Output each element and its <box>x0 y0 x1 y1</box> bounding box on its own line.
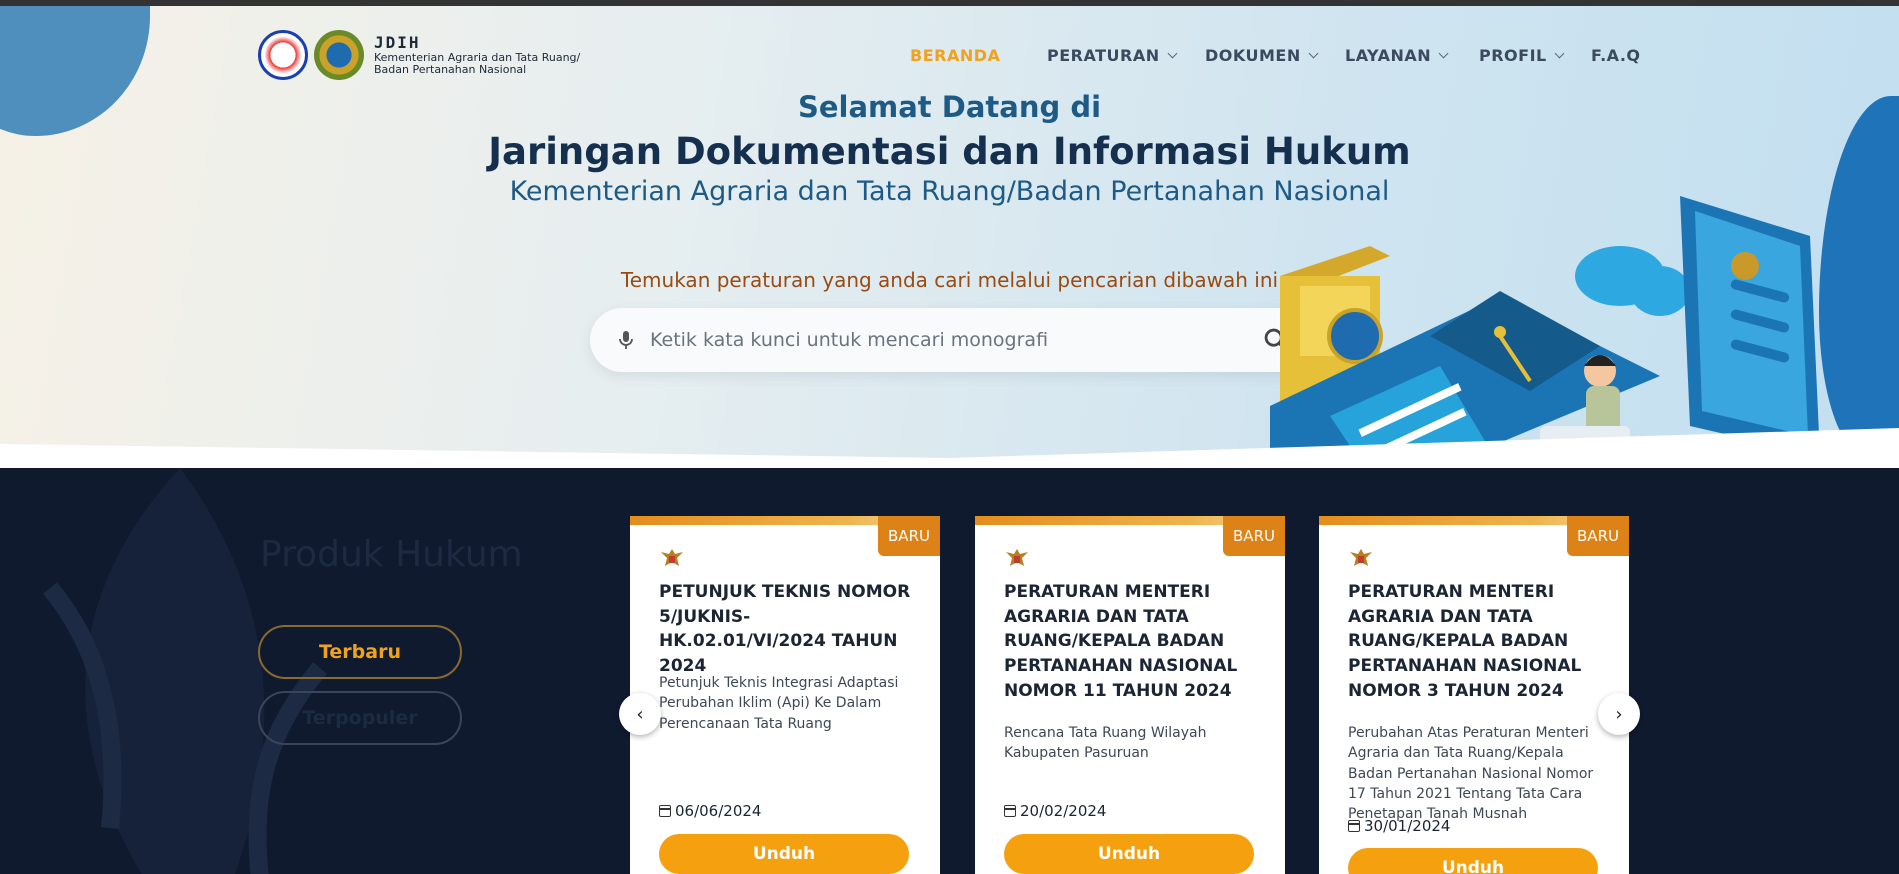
download-button[interactable]: Unduh <box>1004 834 1254 874</box>
nav-label: LAYANAN <box>1345 46 1432 65</box>
nav-label: DOKUMEN <box>1205 46 1301 65</box>
chevron-down-icon <box>1438 48 1449 59</box>
nav-label: PROFIL <box>1479 46 1547 65</box>
microphone-icon[interactable] <box>614 328 638 352</box>
card-date-text: 06/06/2024 <box>675 802 762 820</box>
hero-illustration <box>1270 196 1820 468</box>
new-badge: BARU <box>878 516 940 556</box>
product-card[interactable]: BARU PERATURAN MENTERI AGRARIA DAN TATA … <box>1319 516 1629 874</box>
new-badge: BARU <box>1223 516 1285 556</box>
card-date: 06/06/2024 <box>659 802 761 820</box>
card-date-text: 30/01/2024 <box>1364 817 1451 835</box>
card-title[interactable]: PERATURAN MENTERI AGRARIA DAN TATA RUANG… <box>1348 580 1603 703</box>
nav-label: F.A.Q <box>1591 46 1641 65</box>
chevron-right-icon: › <box>1615 703 1623 725</box>
new-badge: BARU <box>1567 516 1629 556</box>
carousel-next-button[interactable]: › <box>1598 693 1640 735</box>
product-card[interactable]: BARU PETUNJUK TEKNIS NOMOR 5/JUKNIS-HK.0… <box>630 516 940 874</box>
chevron-left-icon: ‹ <box>636 703 644 725</box>
nav-item-peraturan[interactable]: PERATURAN <box>1047 46 1178 65</box>
card-description: Rencana Tata Ruang Wilayah Kabupaten Pas… <box>1004 725 1207 762</box>
nav-item-beranda[interactable]: BERANDA <box>910 46 1000 65</box>
garuda-emblem-icon <box>1350 549 1372 566</box>
card-date-text: 20/02/2024 <box>1020 802 1107 820</box>
card-date: 20/02/2024 <box>1004 802 1106 820</box>
calendar-icon <box>1348 820 1360 832</box>
search-input[interactable] <box>650 320 1240 360</box>
nav-item-faq[interactable]: F.A.Q <box>1591 46 1641 65</box>
chevron-down-icon <box>1167 48 1178 59</box>
calendar-icon <box>1004 805 1016 817</box>
product-card[interactable]: BARU PERATURAN MENTERI AGRARIA DAN TATA … <box>975 516 1285 874</box>
calendar-icon <box>659 805 671 817</box>
filter-popular-button[interactable]: Terpopuler <box>258 691 462 745</box>
garuda-emblem-icon <box>1006 549 1028 566</box>
nav-item-layanan[interactable]: LAYANAN <box>1345 46 1449 65</box>
card-title[interactable]: PETUNJUK TEKNIS NOMOR 5/JUKNIS-HK.02.01/… <box>659 580 914 679</box>
chevron-down-icon <box>1308 48 1319 59</box>
card-description: Perubahan Atas Peraturan Menteri Agraria… <box>1348 725 1594 823</box>
search-bar <box>590 308 1310 372</box>
download-button[interactable]: Unduh <box>659 834 909 874</box>
card-description: Petunjuk Teknis Integrasi Adaptasi Perub… <box>659 675 899 732</box>
carousel-prev-button[interactable]: ‹ <box>619 693 661 735</box>
section-title: Produk Hukum <box>260 534 523 575</box>
nav-label: PERATURAN <box>1047 46 1160 65</box>
welcome-line: Selamat Datang di <box>797 90 1102 124</box>
filter-latest-button[interactable]: Terbaru <box>258 625 462 679</box>
nav-item-dokumen[interactable]: DOKUMEN <box>1205 46 1319 65</box>
page-title: Jaringan Dokumentasi dan Informasi Hukum <box>488 130 1411 173</box>
download-button[interactable]: Unduh <box>1348 848 1598 874</box>
card-title[interactable]: PERATURAN MENTERI AGRARIA DAN TATA RUANG… <box>1004 580 1259 703</box>
nav-item-profil[interactable]: PROFIL <box>1479 46 1565 65</box>
chevron-down-icon <box>1554 48 1565 59</box>
garuda-emblem-icon <box>661 549 683 566</box>
produk-hukum-section: Produk Hukum Terbaru Terpopuler BARU PET… <box>0 468 1899 874</box>
main-nav: BERANDA PERATURAN DOKUMEN LAYANAN PROFIL… <box>0 46 1899 70</box>
hero-banner: JDIH Kementerian Agraria dan Tata Ruang/… <box>0 6 1899 468</box>
card-date: 30/01/2024 <box>1348 817 1450 835</box>
nav-label: BERANDA <box>910 46 1001 65</box>
